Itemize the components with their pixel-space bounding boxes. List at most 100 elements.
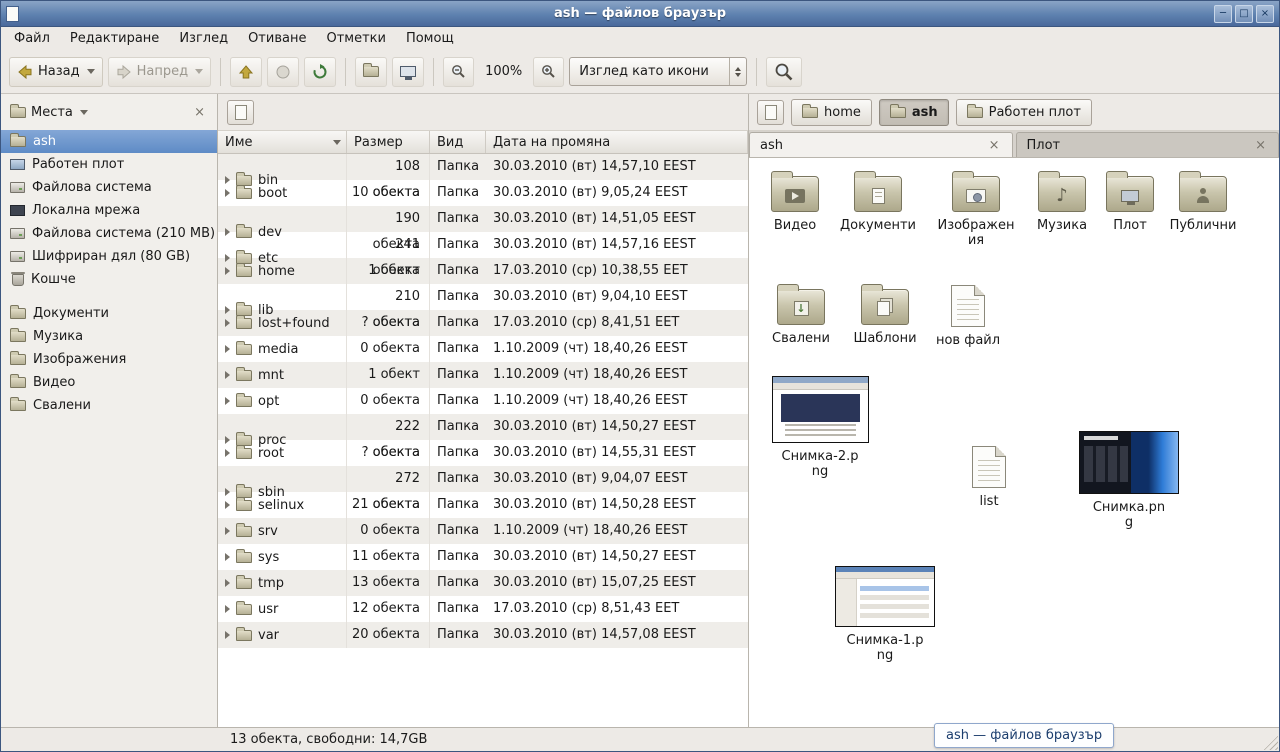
menu-file[interactable]: Файл	[5, 29, 59, 48]
table-row[interactable]: bin108 обектаПапка30.03.2010 (вт) 14,57,…	[218, 154, 748, 180]
column-header-type[interactable]: Вид	[430, 131, 486, 153]
icon-snimka-png[interactable]: Снимка.png	[1077, 431, 1181, 531]
icon-desktop-folder[interactable]: Плот	[1088, 170, 1172, 234]
combo-spinner-icon[interactable]	[729, 58, 746, 85]
table-row[interactable]: etc241 обектаПапка30.03.2010 (вт) 14,57,…	[218, 232, 748, 258]
expander-icon[interactable]	[225, 189, 230, 197]
expander-icon[interactable]	[225, 501, 230, 509]
sidebar-title[interactable]: Места	[31, 105, 73, 120]
sidebar-item-music[interactable]: Музика	[1, 325, 217, 348]
column-header-name[interactable]: Име	[218, 131, 347, 153]
icon-public-folder[interactable]: Публични	[1161, 170, 1245, 234]
sidebar-item-filesystem[interactable]: Файлова система	[1, 176, 217, 199]
table-row[interactable]: boot10 обектаПапка30.03.2010 (вт) 9,05,2…	[218, 180, 748, 206]
table-row[interactable]: mnt1 обектПапка1.10.2009 (чт) 18,40,26 E…	[218, 362, 748, 388]
zoom-in-button[interactable]	[533, 57, 564, 87]
column-header-size[interactable]: Размер	[347, 131, 430, 153]
icon-downloads-folder[interactable]: ↓ Свалени	[759, 283, 843, 347]
sidebar-item-encrypted-80gb[interactable]: Шифриран дял (80 GB)	[1, 245, 217, 268]
stop-button[interactable]	[267, 57, 299, 87]
sidebar-item-local-network[interactable]: Локална мрежа	[1, 199, 217, 222]
icon-pictures-folder[interactable]: Изображения	[934, 170, 1018, 249]
table-row[interactable]: usr12 обектаПапка17.03.2010 (ср) 8,51,43…	[218, 596, 748, 622]
forward-history-chevron-icon[interactable]	[195, 69, 203, 74]
titlebar[interactable]: ash — файлов браузър ─ □ ×	[1, 1, 1279, 27]
location-toggle-button[interactable]	[227, 100, 254, 125]
icon-new-file[interactable]: нов файл	[926, 285, 1010, 349]
menu-go[interactable]: Отиване	[239, 29, 315, 48]
sidebar-item-desktop[interactable]: Работен плот	[1, 153, 217, 176]
sidebar-item-ash[interactable]: ash	[1, 130, 217, 153]
sidebar-item-pictures[interactable]: Изображения	[1, 348, 217, 371]
table-row[interactable]: tmp13 обектаПапка30.03.2010 (вт) 15,07,2…	[218, 570, 748, 596]
table-row[interactable]: home1 обектПапка17.03.2010 (ср) 10,38,55…	[218, 258, 748, 284]
table-row[interactable]: lost+found? обектаПапка17.03.2010 (ср) 8…	[218, 310, 748, 336]
expander-icon[interactable]	[225, 345, 230, 353]
table-row[interactable]: sbin272 обектаПапка30.03.2010 (вт) 9,04,…	[218, 466, 748, 492]
maximize-button[interactable]: □	[1235, 5, 1253, 23]
icon-snimka-1-png[interactable]: Снимка-1.png	[833, 566, 937, 664]
menu-bookmarks[interactable]: Отметки	[317, 29, 394, 48]
sidebar-item-documents[interactable]: Документи	[1, 302, 217, 325]
location-toggle-button[interactable]	[757, 100, 784, 125]
icon-videos-folder[interactable]: Видео	[753, 170, 837, 234]
sidebar-item-videos[interactable]: Видео	[1, 371, 217, 394]
table-row[interactable]: proc222 обектаПапка30.03.2010 (вт) 14,50…	[218, 414, 748, 440]
back-history-chevron-icon[interactable]	[87, 69, 95, 74]
tab-desktop[interactable]: Плот ×	[1016, 132, 1280, 157]
sort-indicator-icon	[333, 140, 341, 145]
icon-templates-folder[interactable]: Шаблони	[843, 283, 927, 347]
menu-help[interactable]: Помощ	[397, 29, 463, 48]
expander-icon[interactable]	[225, 631, 230, 639]
table-row[interactable]: opt0 обектаПапка1.10.2009 (чт) 18,40,26 …	[218, 388, 748, 414]
sidebar-item-downloads[interactable]: Свалени	[1, 394, 217, 417]
table-row[interactable]: lib210 обектаПапка30.03.2010 (вт) 9,04,1…	[218, 284, 748, 310]
table-row[interactable]: dev190 обектаПапка30.03.2010 (вт) 14,51,…	[218, 206, 748, 232]
expander-icon[interactable]	[225, 553, 230, 561]
icon-list-file[interactable]: list	[947, 446, 1031, 510]
expander-icon[interactable]	[225, 449, 230, 457]
folder-icon	[10, 354, 26, 365]
back-button[interactable]: Назад	[9, 57, 103, 87]
sidebar-close-button[interactable]: ×	[191, 105, 208, 120]
home-button[interactable]	[355, 57, 387, 87]
tab-close-icon[interactable]: ×	[1253, 138, 1268, 153]
minimize-button[interactable]: ─	[1214, 5, 1232, 23]
table-row[interactable]: media0 обектаПапка1.10.2009 (чт) 18,40,2…	[218, 336, 748, 362]
expander-icon[interactable]	[225, 319, 230, 327]
expander-icon[interactable]	[225, 267, 230, 275]
tab-ash[interactable]: ash ×	[749, 132, 1013, 157]
table-row[interactable]: root? обектаПапка30.03.2010 (вт) 14,55,3…	[218, 440, 748, 466]
computer-button[interactable]	[392, 57, 424, 87]
reload-button[interactable]	[304, 57, 336, 87]
table-row[interactable]: sys11 обектаПапка30.03.2010 (вт) 14,50,2…	[218, 544, 748, 570]
resize-grip[interactable]	[1263, 735, 1278, 750]
path-button-ash[interactable]: ash	[879, 99, 949, 126]
expander-icon[interactable]	[225, 371, 230, 379]
icon-documents-folder[interactable]: Документи	[836, 170, 920, 234]
table-row[interactable]: selinux21 обектаПапка30.03.2010 (вт) 14,…	[218, 492, 748, 518]
icon-snimka-2-png[interactable]: Снимка-2.png	[768, 376, 872, 480]
places-caret-icon[interactable]	[80, 110, 88, 115]
icon-view[interactable]: Видео Документи Изображения ♪ Музика Пло…	[749, 158, 1279, 727]
up-button[interactable]	[230, 57, 262, 87]
path-button-desktop[interactable]: Работен плот	[956, 99, 1092, 126]
sidebar-item-trash[interactable]: Кошче	[1, 268, 217, 291]
zoom-out-button[interactable]	[443, 57, 474, 87]
column-header-date[interactable]: Дата на промяна	[486, 131, 748, 153]
table-row[interactable]: srv0 обектаПапка1.10.2009 (чт) 18,40,26 …	[218, 518, 748, 544]
forward-button[interactable]: Напред	[108, 57, 211, 87]
close-button[interactable]: ×	[1256, 5, 1274, 23]
table-row[interactable]: var20 обектаПапка30.03.2010 (вт) 14,57,0…	[218, 622, 748, 648]
expander-icon[interactable]	[225, 605, 230, 613]
tab-close-icon[interactable]: ×	[987, 138, 1002, 153]
expander-icon[interactable]	[225, 527, 230, 535]
menu-edit[interactable]: Редактиране	[61, 29, 168, 48]
expander-icon[interactable]	[225, 579, 230, 587]
sidebar-item-filesystem-210mb[interactable]: Файлова система (210 MB)	[1, 222, 217, 245]
view-mode-combo[interactable]: Изглед като икони	[569, 57, 747, 86]
path-button-home[interactable]: home	[791, 99, 872, 126]
menu-view[interactable]: Изглед	[170, 29, 237, 48]
search-button[interactable]	[766, 57, 802, 87]
expander-icon[interactable]	[225, 397, 230, 405]
